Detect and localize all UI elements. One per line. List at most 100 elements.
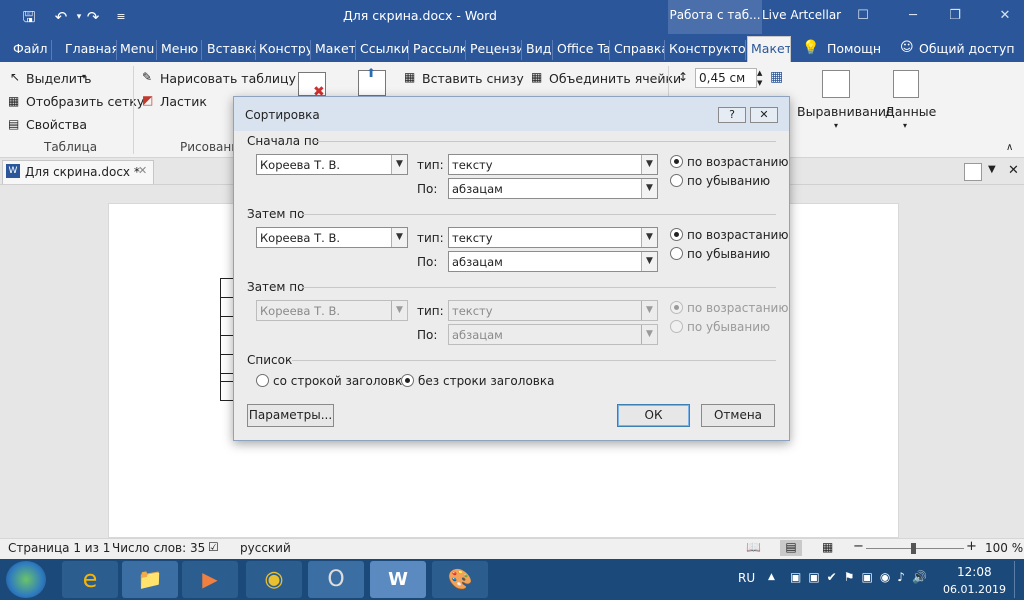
zoom-slider-thumb[interactable]: [911, 543, 916, 554]
then-by-using-select[interactable]: абзацам ▼: [448, 251, 658, 272]
zoom-out-icon[interactable]: −: [853, 539, 864, 554]
read-mode-icon[interactable]: 📖: [746, 540, 761, 554]
word-app-icon[interactable]: W: [370, 561, 426, 598]
customize-toolbar-icon[interactable]: ≡: [110, 6, 132, 28]
tab-insert[interactable]: Вставка: [204, 40, 256, 60]
tab-menu-ru[interactable]: Меню: [158, 40, 202, 60]
help-button[interactable]: ?: [718, 107, 746, 123]
tab-home[interactable]: Главная: [62, 40, 117, 60]
web-layout-icon[interactable]: ▦: [822, 540, 833, 554]
distribute-rows-icon[interactable]: ▦: [770, 69, 783, 85]
tab-menu-en[interactable]: Menu: [117, 40, 157, 60]
table-cell[interactable]: [220, 335, 233, 355]
sort-asc-radio-2[interactable]: [670, 228, 683, 241]
tab-table-layout[interactable]: Макет: [747, 36, 791, 62]
word-count[interactable]: Число слов: 35: [112, 541, 205, 555]
tab-mailings[interactable]: Рассылк: [410, 40, 466, 60]
insert-below-button[interactable]: Вставить снизу: [422, 71, 524, 86]
properties-button[interactable]: Свойства: [26, 117, 87, 132]
account-name[interactable]: Live Artcellar: [762, 8, 841, 22]
close-tab-icon[interactable]: ✕: [138, 164, 147, 177]
table-cell[interactable]: [220, 297, 233, 317]
tab-layout[interactable]: Макет: [312, 40, 356, 60]
clock-date[interactable]: 06.01.2019: [943, 583, 1006, 596]
sort-by-using-select[interactable]: абзацам ▼: [448, 178, 658, 199]
tab-design[interactable]: Констру: [256, 40, 311, 60]
media-player-icon[interactable]: ▶: [182, 561, 238, 598]
table-cell[interactable]: [220, 278, 233, 298]
then-by-type-select[interactable]: тексту ▼: [448, 227, 658, 248]
ok-button[interactable]: ОК: [617, 404, 690, 427]
tab-list-icon[interactable]: ▼: [988, 164, 996, 175]
tray-icons[interactable]: ▣▣✔⚑▣◉♪🔊: [790, 570, 934, 584]
draw-table-button[interactable]: Нарисовать таблицу: [160, 71, 296, 86]
options-button[interactable]: Параметры...: [247, 404, 334, 427]
new-document-icon[interactable]: [964, 163, 982, 181]
explorer-icon[interactable]: 📁: [122, 561, 178, 598]
data-button[interactable]: Данные: [885, 104, 936, 119]
section-divider: [302, 214, 776, 215]
then-by-label: Затем по: [247, 207, 305, 221]
sort-by-field-select[interactable]: Кореева Т. В. ▼: [256, 154, 408, 175]
header-row-radio[interactable]: [256, 374, 269, 387]
header-row-label: со строкой заголовка: [273, 374, 410, 388]
type-label: тип:: [417, 158, 444, 172]
start-button-icon[interactable]: [6, 561, 46, 598]
minimize-icon[interactable]: ─: [898, 4, 928, 28]
redo-icon[interactable]: ↷: [82, 6, 104, 28]
using-label-3: По:: [417, 328, 438, 342]
then-by-field-select[interactable]: Кореева Т. В. ▼: [256, 227, 408, 248]
row-height-spinner-icon[interactable]: ▲ ▼: [757, 68, 762, 88]
opera-icon[interactable]: O: [308, 561, 364, 598]
clock-time[interactable]: 12:08: [957, 565, 992, 579]
tab-review[interactable]: Рецензи: [467, 40, 522, 60]
tab-office-tab[interactable]: Office Ta: [554, 40, 610, 60]
language-indicator[interactable]: русский: [240, 541, 291, 555]
table-cell[interactable]: [220, 354, 233, 374]
keyboard-language[interactable]: RU: [738, 571, 755, 585]
data-icon: [893, 70, 919, 98]
document-tab-label: Для скрина.docx *: [25, 165, 140, 179]
sort-asc-radio-1[interactable]: [670, 155, 683, 168]
dialog-close-icon[interactable]: ✕: [750, 107, 778, 123]
tab-table-design[interactable]: Конструктор: [666, 40, 746, 60]
collapse-ribbon-icon[interactable]: ∧: [1006, 142, 1013, 153]
tab-help[interactable]: Справка: [611, 40, 665, 60]
eraser-button[interactable]: Ластик: [160, 94, 207, 109]
ie-icon[interactable]: e: [62, 561, 118, 598]
sort-by-type-select[interactable]: тексту ▼: [448, 154, 658, 175]
sort-desc-radio-1[interactable]: [670, 174, 683, 187]
close-icon[interactable]: ✕: [990, 4, 1020, 28]
zoom-level[interactable]: 100 %: [985, 541, 1023, 555]
ribbon-separator: [133, 66, 134, 154]
table-cell[interactable]: [220, 316, 233, 336]
tray-expand-icon[interactable]: ▲: [768, 572, 775, 582]
ribbon-display-icon[interactable]: ☐: [848, 4, 878, 28]
tab-file[interactable]: Файл: [10, 40, 52, 60]
document-title: Для скрина.docx - Word: [343, 8, 497, 23]
chevron-down-icon-2: ▾: [834, 121, 839, 130]
close-doc-icon[interactable]: ✕: [1008, 163, 1019, 178]
alignment-button[interactable]: Выравнивание: [797, 104, 894, 119]
tell-me-box[interactable]: Помощн: [824, 40, 884, 60]
zoom-in-icon[interactable]: +: [966, 539, 977, 554]
view-gridlines-button[interactable]: Отобразить сетку: [26, 94, 144, 109]
print-layout-icon[interactable]: ▤: [780, 540, 802, 556]
then-by-type-select-3: тексту ▼: [448, 300, 658, 321]
no-header-row-radio[interactable]: [401, 374, 414, 387]
save-icon[interactable]: 🖫: [18, 6, 40, 28]
sort-desc-radio-2[interactable]: [670, 247, 683, 260]
tab-references[interactable]: Ссылки: [357, 40, 409, 60]
proofing-icon[interactable]: ☑: [208, 540, 219, 554]
table-cell[interactable]: [220, 381, 233, 401]
page-count[interactable]: Страница 1 из 1: [8, 541, 110, 555]
maximize-icon[interactable]: ❐: [940, 4, 970, 28]
share-button[interactable]: Общий доступ: [916, 40, 1022, 60]
tab-view[interactable]: Вид: [523, 40, 553, 60]
paint-icon[interactable]: 🎨: [432, 561, 488, 598]
show-desktop-button[interactable]: [1014, 561, 1024, 598]
cancel-button[interactable]: Отмена: [701, 404, 775, 427]
section-divider: [314, 141, 776, 142]
merge-cells-button[interactable]: Объединить ячейки: [549, 71, 681, 86]
chrome-icon[interactable]: ◉: [246, 561, 302, 598]
